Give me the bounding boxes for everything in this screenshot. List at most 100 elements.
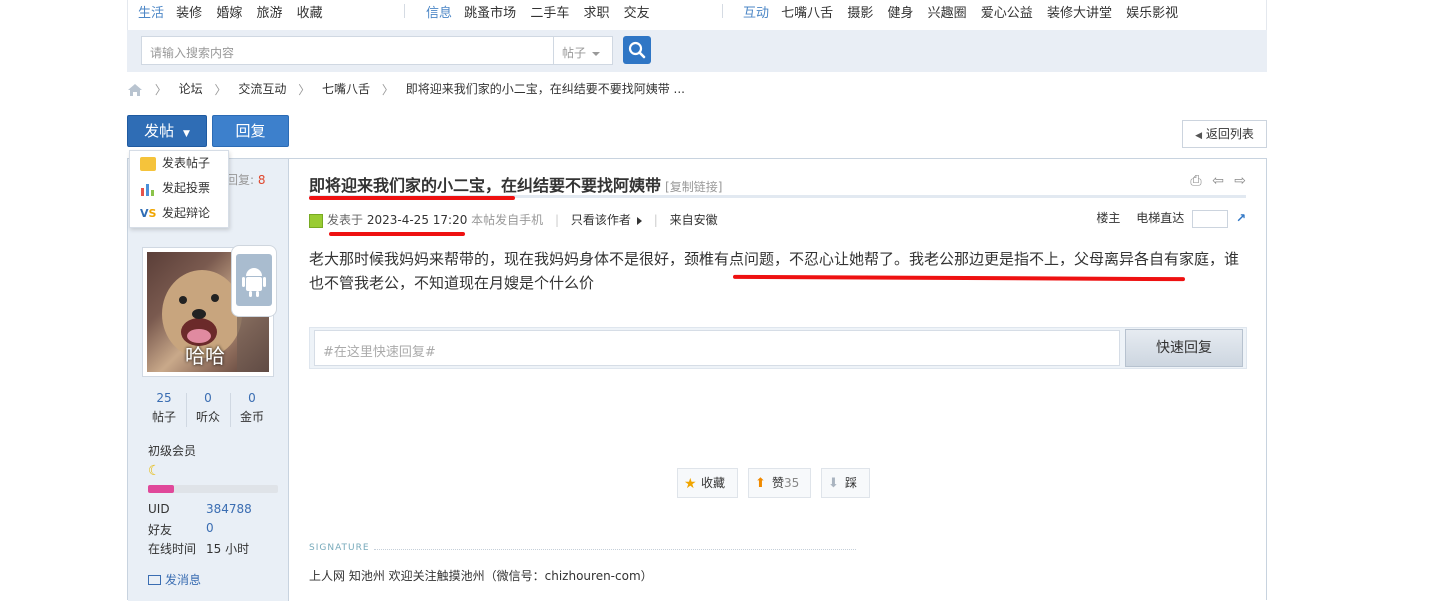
signature-divider <box>374 549 856 550</box>
thumbs-up-arrow-icon: ⬆ <box>755 475 766 491</box>
dropdown-item-new-debate[interactable]: VS 发起辩论 <box>130 201 228 226</box>
nav-link[interactable]: 爱心公益 <box>981 6 1033 21</box>
dislike-button[interactable]: ⬇ 踩 <box>821 468 870 498</box>
nav-link[interactable]: 二手车 <box>530 6 569 21</box>
breadcrumb-item[interactable]: 七嘴八舌 <box>322 82 370 96</box>
post-body: 老大那时候我妈妈来帮带的，现在我妈妈身体不是很好，颈椎有点问题，不忍心让她帮了。… <box>309 250 1240 292</box>
uid-value[interactable]: 384788 <box>206 502 252 516</box>
breadcrumb-separator: 〉 <box>381 83 394 97</box>
online-row: 在线时间 15 小时 <box>148 540 249 557</box>
search-input[interactable]: 请输入搜索内容 <box>141 36 613 65</box>
post-content: 即将迎来我们家的小二宝，在纠结要不要找阿姨带 [复制链接] ⎙ ⇦ ⇨ 发表于 2… <box>290 159 1266 601</box>
quick-reply-input[interactable]: #在这里快速回复# <box>314 330 1120 366</box>
dropdown-item-new-thread[interactable]: 发表帖子 <box>130 151 228 176</box>
new-post-label: 发帖 <box>144 122 175 140</box>
like-button[interactable]: ⬆ 赞35 <box>748 468 811 498</box>
reply-count-value: 8 <box>257 173 266 187</box>
new-post-dropdown: 发表帖子 发起投票 VS 发起辩论 <box>129 150 229 228</box>
reply-button[interactable]: 回复 <box>212 115 289 147</box>
dropdown-item-label: 发表帖子 <box>162 156 211 170</box>
nav-link[interactable]: 交友 <box>624 6 650 21</box>
friends-label: 好友 <box>148 523 173 537</box>
post-meta: 发表于 2023-4-25 17:20 本帖发自手机 | 只看该作者 | 来自安… <box>309 211 718 228</box>
android-icon <box>236 254 272 306</box>
search-type-select[interactable]: 帖子 <box>553 36 613 65</box>
nav-category[interactable]: 生活 <box>138 6 164 21</box>
friends-value[interactable]: 0 <box>206 521 214 535</box>
stat-coins[interactable]: 0 金币 <box>230 391 274 425</box>
stat-posts[interactable]: 25 帖子 <box>142 391 186 425</box>
nav-link[interactable]: 旅游 <box>256 6 282 21</box>
post-title-text: 即将迎来我们家的小二宝，在纠结要不要找阿姨带 <box>309 176 662 195</box>
search-icon <box>628 41 646 59</box>
signature-text: 上人网 知池州 欢迎关注触摸池州（微信号：chizhouren-com） <box>309 569 653 583</box>
copy-link-button[interactable]: [复制链接] <box>665 180 722 194</box>
dropdown-item-label: 发起投票 <box>162 181 211 195</box>
level-progress-fill <box>148 485 174 493</box>
stat-value: 0 <box>204 391 212 405</box>
back-to-list-label: 返回列表 <box>1205 127 1254 141</box>
envelope-icon <box>148 574 161 585</box>
nav-link[interactable]: 装修大讲堂 <box>1047 6 1112 21</box>
jump-icon[interactable]: ↗ <box>1236 211 1246 225</box>
nav-divider <box>404 4 405 18</box>
previous-thread-icon[interactable]: ⇦ <box>1212 173 1224 189</box>
nav-group-info: 信息 跳蚤市场 二手车 求职 交友 <box>426 2 660 21</box>
user-level[interactable]: 初级会员 <box>148 442 196 459</box>
back-to-list-button[interactable]: ◀ 返回列表 <box>1182 120 1267 148</box>
nav-link[interactable]: 兴趣圈 <box>928 6 967 21</box>
send-message-link[interactable]: 发消息 <box>148 571 201 588</box>
nav-link[interactable]: 婚嫁 <box>216 6 242 21</box>
top-nav: 生活 装修 婚嫁 旅游 收藏 信息 跳蚤市场 二手车 求职 交友 互动 七嘴八舌… <box>127 0 1267 30</box>
only-author-label: 只看该作者 <box>570 213 631 227</box>
nav-category[interactable]: 信息 <box>426 6 452 21</box>
signature-label: SIGNATURE <box>309 543 370 553</box>
breadcrumb-item[interactable]: 论坛 <box>179 82 203 96</box>
new-post-button[interactable]: 发帖 ▼ <box>127 115 207 147</box>
next-thread-icon[interactable]: ⇨ <box>1234 173 1246 189</box>
breadcrumb: 〉 论坛 〉 交流互动 〉 七嘴八舌 〉 即将迎来我们家的小二宝，在纠结要不要找… <box>127 80 685 98</box>
friends-row: 好友 0 <box>148 521 214 538</box>
post-frame: 回复: 8 哈哈 25 帖子 0 听众 0 金币 初级会员 ☾ UID 3847… <box>127 158 1267 601</box>
nav-link[interactable]: 收藏 <box>297 6 323 21</box>
floor-tools: 楼主 电梯直达 ↗ <box>1096 209 1246 228</box>
reply-count-label: 回复: <box>226 173 255 187</box>
title-tools: ⎙ ⇦ ⇨ <box>1184 173 1246 189</box>
breadcrumb-item[interactable]: 即将迎来我们家的小二宝，在纠结要不要找阿姨带 ... <box>406 82 685 96</box>
star-icon: ★ <box>684 475 697 492</box>
uid-row: UID 384788 <box>148 502 252 516</box>
print-icon[interactable]: ⎙ <box>1190 173 1201 189</box>
stat-label: 听众 <box>195 410 220 424</box>
elevator-input[interactable] <box>1192 209 1229 228</box>
breadcrumb-separator: 〉 <box>298 83 311 97</box>
dropdown-item-new-poll[interactable]: 发起投票 <box>130 176 228 201</box>
nav-group-interact: 互动 七嘴八舌 摄影 健身 兴趣圈 爱心公益 装修大讲堂 娱乐影视 <box>743 2 1188 21</box>
stat-followers[interactable]: 0 听众 <box>186 391 230 425</box>
red-underline-annotation <box>329 232 465 236</box>
post-title: 即将迎来我们家的小二宝，在纠结要不要找阿姨带 [复制链接] <box>309 172 722 196</box>
nav-link[interactable]: 娱乐影视 <box>1126 6 1178 21</box>
nav-link[interactable]: 七嘴八舌 <box>781 6 833 21</box>
quick-reply-button[interactable]: 快速回复 <box>1125 329 1243 367</box>
home-icon[interactable] <box>127 83 143 97</box>
only-author-link[interactable]: 只看该作者 <box>571 213 642 227</box>
moon-icon: ☾ <box>148 463 161 479</box>
bar-chart-icon <box>141 183 154 196</box>
nav-link[interactable]: 健身 <box>887 6 913 21</box>
uid-label: UID <box>148 502 170 516</box>
mobile-badge-icon <box>231 245 277 317</box>
nav-divider <box>722 4 723 18</box>
nav-category[interactable]: 互动 <box>743 6 769 21</box>
nav-link[interactable]: 摄影 <box>847 6 873 21</box>
breadcrumb-item[interactable]: 交流互动 <box>238 82 286 96</box>
favorite-button[interactable]: ★ 收藏 <box>677 468 738 498</box>
nav-link[interactable]: 求职 <box>583 6 609 21</box>
floor-label: 楼主 <box>1096 211 1121 225</box>
meta-separator: | <box>653 213 658 227</box>
quick-reply-box: #在这里快速回复# 快速回复 <box>309 327 1247 369</box>
search-type-label: 帖子 <box>562 46 587 60</box>
versus-icon: VS <box>140 206 157 220</box>
nav-link[interactable]: 跳蚤市场 <box>464 6 516 21</box>
nav-link[interactable]: 装修 <box>176 6 202 21</box>
search-button[interactable] <box>623 36 651 64</box>
